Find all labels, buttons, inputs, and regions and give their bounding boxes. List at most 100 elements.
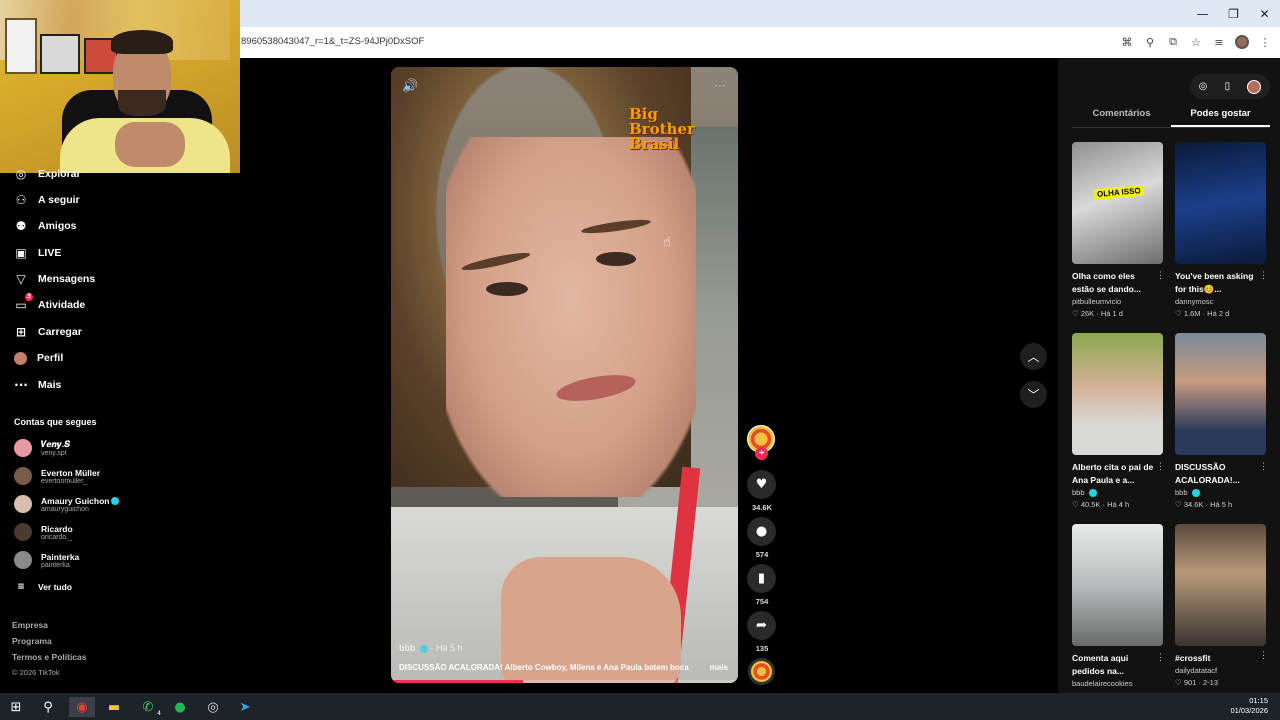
save-button[interactable]: ▮: [747, 564, 776, 593]
media-icon[interactable]: ≡: [1212, 33, 1226, 51]
telegram-icon[interactable]: ➤: [235, 697, 255, 717]
account-item[interactable]: Painterka painterka: [14, 549, 79, 571]
sidebar-item-label: Explorar: [38, 168, 81, 180]
restore-button[interactable]: ❐: [1218, 0, 1249, 27]
share-count: 135: [755, 644, 769, 653]
left-sidebar: ◎ Explorar ⚇ A seguir ⚉ Amigos ▣ LIVE ▽ …: [0, 160, 240, 693]
chevron-up-icon: ︿: [1027, 350, 1040, 364]
follow-button[interactable]: +: [755, 447, 768, 460]
video-thumbnail: OLHA ISSO: [1072, 142, 1163, 264]
windows-start-icon[interactable]: ⊞: [6, 697, 26, 717]
person-plus-icon: ⚇: [15, 193, 27, 207]
verified-icon: [420, 644, 429, 653]
music-disc[interactable]: [748, 658, 775, 685]
profile-avatar[interactable]: [1247, 79, 1262, 94]
minimize-button[interactable]: —: [1187, 0, 1218, 27]
account-name: Amaury Guichon: [41, 496, 120, 506]
more-options-icon[interactable]: ⋮: [1156, 461, 1165, 472]
install-icon[interactable]: ⧉: [1166, 33, 1180, 51]
account-item[interactable]: Amaury Guichon amauryguichon: [14, 493, 120, 515]
footer-link-termos[interactable]: Termos e Políticas: [12, 652, 86, 662]
verified-icon: [1191, 489, 1200, 498]
star-icon[interactable]: ☆: [1189, 33, 1203, 51]
video-card[interactable]: #crossfit ⋮ dailydatatacf ♡ 901 · 2-13: [1175, 524, 1268, 687]
sidebar-item-mensagens[interactable]: ▽ Mensagens: [14, 269, 95, 289]
translate-icon[interactable]: ⌘: [1120, 33, 1134, 51]
account-username: amauryguichon: [41, 505, 89, 513]
card-meta: ♡ 1.6M · Há 2 d: [1175, 309, 1230, 318]
file-explorer-icon[interactable]: ▬: [104, 697, 124, 717]
caption-more-link[interactable]: mais: [710, 663, 728, 672]
card-user: dannymosc: [1175, 297, 1214, 306]
more-options-icon[interactable]: ⋮: [1259, 461, 1268, 472]
inbox-icon: ▭ 3: [15, 293, 33, 312]
search-icon[interactable]: ⚲: [38, 697, 58, 717]
avatar: [14, 439, 32, 457]
video-author[interactable]: bbb · Há 5 h: [399, 643, 463, 653]
sidebar-item-carregar[interactable]: ⊞ Carregar: [14, 322, 82, 342]
more-options-icon[interactable]: ⋮: [1156, 652, 1165, 663]
video-card[interactable]: Alberto cita o pai de Ana Paula e a... ⋮…: [1072, 333, 1165, 509]
footer-link-programa[interactable]: Programa: [12, 636, 52, 646]
menu-icon[interactable]: ⋮: [1258, 33, 1272, 51]
chrome-icon[interactable]: ◉: [69, 697, 95, 717]
previous-video-button[interactable]: ︿: [1020, 343, 1047, 370]
sidebar-item-amigos[interactable]: ⚉ Amigos: [14, 216, 77, 236]
bookmark-icon: ▮: [757, 571, 766, 586]
sidebar-item-perfil[interactable]: Perfil: [14, 348, 63, 368]
volume-icon[interactable]: 🔊: [402, 79, 418, 94]
card-user: dailydatatacf: [1175, 666, 1218, 675]
avatar: [14, 523, 32, 541]
sidebar-item-explorar[interactable]: ◎ Explorar: [14, 164, 81, 184]
account-item[interactable]: Ricardo oricardo._: [14, 521, 73, 543]
clock-time: 01:15: [1249, 696, 1268, 705]
video-card[interactable]: Comenta aqui pedidos na... ⋮ baudelairec…: [1072, 524, 1165, 688]
sidebar-item-live[interactable]: ▣ LIVE: [14, 243, 61, 263]
panel-tabs: Comentários Podes gostar: [1072, 102, 1270, 128]
compass-icon[interactable]: ◎: [1199, 81, 1208, 92]
webcam-overlay: [0, 0, 240, 173]
more-options-icon[interactable]: ···: [714, 78, 726, 92]
see-all-link[interactable]: ≡ Ver tudo: [14, 577, 72, 597]
account-item[interactable]: 𝑽𝒆𝒏𝒚.𝑺 veny.spt: [14, 437, 70, 459]
sidebar-item-label: Carregar: [38, 326, 82, 338]
sidebar-item-a-seguir[interactable]: ⚇ A seguir: [14, 190, 80, 210]
sidebar-item-atividade[interactable]: ▭ 3 Atividade: [14, 293, 85, 315]
tab-comentarios[interactable]: Comentários: [1072, 102, 1171, 127]
whatsapp-icon[interactable]: ✆ 4: [138, 697, 161, 718]
comment-count: 574: [755, 550, 769, 559]
video-progress[interactable]: [391, 680, 738, 683]
like-count: 34.6K: [751, 503, 772, 512]
url-text[interactable]: 8960538043047_r=1&_t=ZS-94JPj0DxSOF: [241, 36, 424, 47]
sidebar-item-mais[interactable]: ··· Mais: [14, 375, 61, 395]
share-button[interactable]: ➦: [747, 611, 776, 640]
sidebar-item-label: A seguir: [38, 194, 80, 206]
spotify-icon[interactable]: ●: [170, 697, 190, 717]
device-icon[interactable]: ▯: [1225, 81, 1231, 92]
profile-avatar[interactable]: [1235, 35, 1249, 49]
address-bar-icons: ⌘ ⚲ ⧉ ☆ ≡ ⋮: [1120, 33, 1272, 51]
tab-podes-gostar[interactable]: Podes gostar: [1171, 102, 1270, 127]
chevron-down-icon: ﹀: [1027, 388, 1040, 402]
video-player[interactable]: Big Brother Brasil 🔊 ··· bbb · Há 5 h DI…: [391, 67, 738, 683]
like-button[interactable]: ♥: [747, 470, 776, 499]
close-button[interactable]: ✕: [1249, 0, 1280, 27]
next-video-button[interactable]: ﹀: [1020, 381, 1047, 408]
obs-icon[interactable]: ◎: [203, 697, 223, 717]
verified-icon: [1088, 489, 1097, 498]
video-card[interactable]: You've been asking for this😊... ⋮ dannym…: [1175, 142, 1268, 318]
upload-icon: ⊞: [15, 325, 27, 339]
comment-button[interactable]: ●: [747, 517, 776, 546]
more-options-icon[interactable]: ⋮: [1156, 270, 1165, 281]
video-card[interactable]: DISCUSSÃO ACALORADA!... ⋮ bbb ♡ 34.6K · …: [1175, 333, 1268, 509]
more-options-icon[interactable]: ⋮: [1259, 650, 1268, 661]
video-card[interactable]: OLHA ISSO Olha como eles estão se dando.…: [1072, 142, 1165, 318]
footer-link-empresa[interactable]: Empresa: [12, 620, 48, 630]
comment-icon: ●: [755, 524, 768, 539]
card-title: Olha como eles estão se dando...: [1072, 271, 1141, 294]
more-options-icon[interactable]: ⋮: [1259, 270, 1268, 281]
system-clock[interactable]: 01:15 01/03/2026: [1230, 696, 1268, 716]
zoom-icon[interactable]: ⚲: [1143, 33, 1157, 51]
card-title: Comenta aqui pedidos na...: [1072, 653, 1129, 676]
account-item[interactable]: Everton Müller evertonmuller_: [14, 465, 100, 487]
